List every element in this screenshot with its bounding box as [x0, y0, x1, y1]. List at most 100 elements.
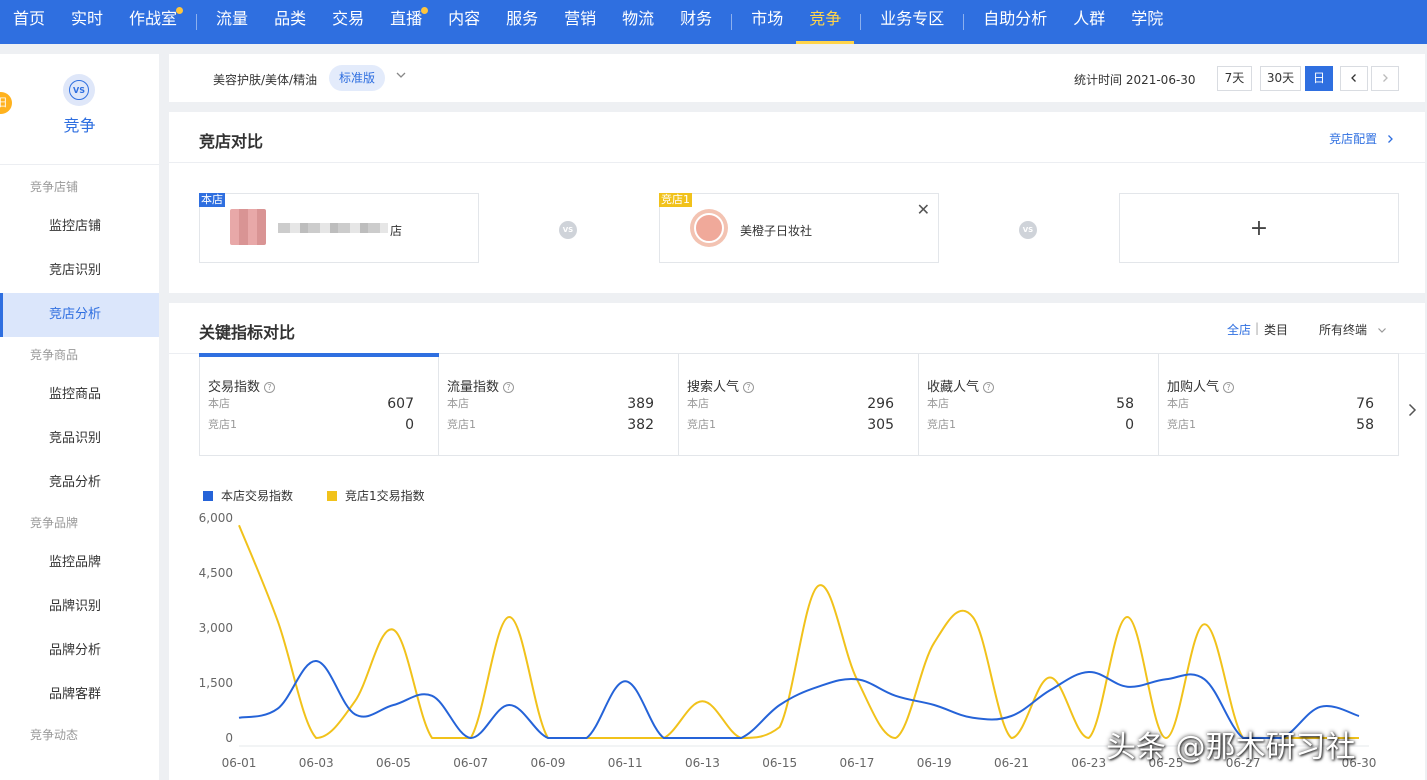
- metrics-title: 关键指标对比: [199, 323, 296, 342]
- nav-item-6[interactable]: 直播: [377, 0, 435, 44]
- help-icon[interactable]: ?: [1223, 382, 1235, 393]
- nav-item-label: 物流: [622, 9, 655, 28]
- nav-item-label: 学院: [1131, 9, 1164, 28]
- range-day-button[interactable]: 日: [1305, 66, 1333, 91]
- nav-item-4[interactable]: 品类: [261, 0, 319, 44]
- metric-tab[interactable]: 搜索人气? 本店 296 竞店1 305: [679, 353, 919, 456]
- sidebar-item[interactable]: 品牌客群: [0, 673, 159, 717]
- nav-item-0[interactable]: 首页: [0, 0, 58, 44]
- legend-item-rival[interactable]: 竞店1交易指数: [327, 487, 425, 504]
- nav-item-2[interactable]: 作战室: [116, 0, 190, 44]
- sidebar-item[interactable]: 竞店分析: [0, 293, 159, 337]
- metric-row-label: 竞店1: [208, 418, 237, 431]
- range-7d-button[interactable]: 7天: [1217, 66, 1252, 91]
- nav-item-label: 人群: [1073, 9, 1106, 28]
- x-tick-label: 06-03: [299, 756, 334, 770]
- nav-separator: [860, 14, 862, 30]
- nav-item-8[interactable]: 服务: [493, 0, 551, 44]
- help-icon[interactable]: ?: [264, 382, 276, 393]
- help-icon[interactable]: ?: [743, 382, 755, 393]
- nav-item-10[interactable]: 物流: [609, 0, 667, 44]
- legend-item-mine[interactable]: 本店交易指数: [203, 487, 293, 504]
- sidebar-item[interactable]: 竞店识别: [0, 249, 159, 293]
- chevron-right-icon[interactable]: [1405, 403, 1419, 417]
- notification-dot-icon: [421, 7, 429, 14]
- nav-item-13[interactable]: 竞争: [796, 0, 855, 44]
- sidebar-item[interactable]: 品牌分析: [0, 629, 159, 673]
- prev-day-button[interactable]: [1340, 66, 1368, 91]
- range-30d-button[interactable]: 30天: [1260, 66, 1301, 91]
- my-shop-box: 本店 店: [199, 193, 479, 263]
- sidebar-item[interactable]: 监控店铺: [0, 205, 159, 249]
- y-tick-label: 6,000: [199, 511, 233, 525]
- nav-item-3[interactable]: 流量: [203, 0, 261, 44]
- metric-row-label: 竞店1: [1167, 418, 1196, 431]
- nav-item-17[interactable]: 学院: [1118, 0, 1176, 44]
- range-all-link[interactable]: 全店: [1227, 321, 1251, 338]
- nav-item-7[interactable]: 内容: [435, 0, 493, 44]
- nav-item-1[interactable]: 实时: [58, 0, 116, 44]
- help-icon[interactable]: ?: [983, 382, 995, 393]
- nav-item-12[interactable]: 市场: [738, 0, 796, 44]
- metric-name-label: 收藏人气: [927, 380, 980, 395]
- nav-item-label: 业务专区: [880, 9, 945, 28]
- nav-item-label: 营销: [564, 9, 597, 28]
- sidebar-item[interactable]: 监控品牌: [0, 541, 159, 585]
- metric-row-label: 本店: [447, 397, 469, 410]
- metric-name: 加购人气?: [1167, 376, 1235, 395]
- legend-label: 本店交易指数: [221, 489, 294, 503]
- nav-item-15[interactable]: 自助分析: [970, 0, 1060, 44]
- nav-item-11[interactable]: 财务: [667, 0, 725, 44]
- nav-item-14[interactable]: 业务专区: [867, 0, 957, 44]
- sidebar-item[interactable]: 竞品识别: [0, 417, 159, 461]
- rival-shop-tag: 竞店1: [659, 193, 692, 207]
- vs-icon: VS: [1019, 221, 1037, 239]
- category-selector[interactable]: 美容护肤/美体/精油: [213, 71, 317, 88]
- nav-item-9[interactable]: 营销: [551, 0, 609, 44]
- my-shop-avatar: [230, 209, 266, 245]
- metric-name: 流量指数?: [447, 376, 515, 395]
- plus-icon[interactable]: +: [1120, 194, 1398, 262]
- range-category-link[interactable]: 类目: [1264, 321, 1288, 338]
- metric-name: 交易指数?: [208, 376, 276, 395]
- metric-tab[interactable]: 流量指数? 本店 389 竞店1 382: [439, 353, 679, 456]
- sidebar-group-label: 竞争动态: [30, 728, 79, 742]
- x-tick-label: 06-09: [531, 756, 566, 770]
- metric-name-label: 搜索人气: [687, 380, 740, 395]
- next-day-button[interactable]: [1371, 66, 1399, 91]
- sidebar-item[interactable]: 监控商品: [0, 373, 159, 417]
- sidebar-group-label: 竞争商品: [30, 348, 79, 362]
- sidebar-item[interactable]: 品牌识别: [0, 585, 159, 629]
- nav-item-5[interactable]: 交易: [319, 0, 377, 44]
- x-tick-label: 06-13: [685, 756, 720, 770]
- sidebar-title: 竞争: [63, 116, 96, 135]
- y-tick-label: 0: [225, 731, 233, 745]
- add-rival-box[interactable]: +: [1119, 193, 1399, 263]
- series-line-rival[interactable]: [238, 524, 1359, 740]
- sidebar-group-label: 竞争品牌: [30, 516, 79, 530]
- nav-item-label: 流量: [216, 9, 249, 28]
- chevron-down-icon[interactable]: [395, 69, 407, 81]
- x-tick-label: 06-21: [994, 756, 1029, 770]
- top-navigation: 首页 实时 作战室 流量 品类 交易 直播 内容 服务 营销 物流 财务 市场 竞争 业务专区 自助分析 人群 学…: [0, 0, 1427, 44]
- card-divider: [169, 162, 1425, 163]
- metric-tab[interactable]: 交易指数? 本店 607 竞店1 0: [199, 353, 439, 456]
- metric-name: 收藏人气?: [927, 376, 995, 395]
- watermark-text: 头条 @那木研习社: [1106, 730, 1356, 765]
- rival-shop-logo: [690, 209, 728, 247]
- old-version-badge[interactable]: 旧: [0, 92, 12, 114]
- help-icon[interactable]: ?: [503, 382, 515, 393]
- terminal-select[interactable]: 所有终端: [1319, 321, 1387, 338]
- shop-config-link[interactable]: 竞店配置: [1329, 130, 1395, 147]
- edition-badge[interactable]: 标准版: [329, 65, 386, 91]
- nav-item-label: 财务: [680, 9, 713, 28]
- metric-tab[interactable]: 收藏人气? 本店 58 竞店1 0: [919, 353, 1159, 456]
- close-icon[interactable]: ✕: [917, 200, 930, 219]
- y-tick-label: 1,500: [199, 676, 233, 690]
- x-tick-label: 06-17: [839, 756, 874, 770]
- metric-tab[interactable]: 加购人气? 本店 76 竞店1 58: [1159, 353, 1399, 456]
- x-tick-label: 06-07: [453, 756, 488, 770]
- nav-item-16[interactable]: 人群: [1060, 0, 1118, 44]
- nav-separator: [963, 14, 965, 30]
- sidebar-item[interactable]: 竞品分析: [0, 461, 159, 505]
